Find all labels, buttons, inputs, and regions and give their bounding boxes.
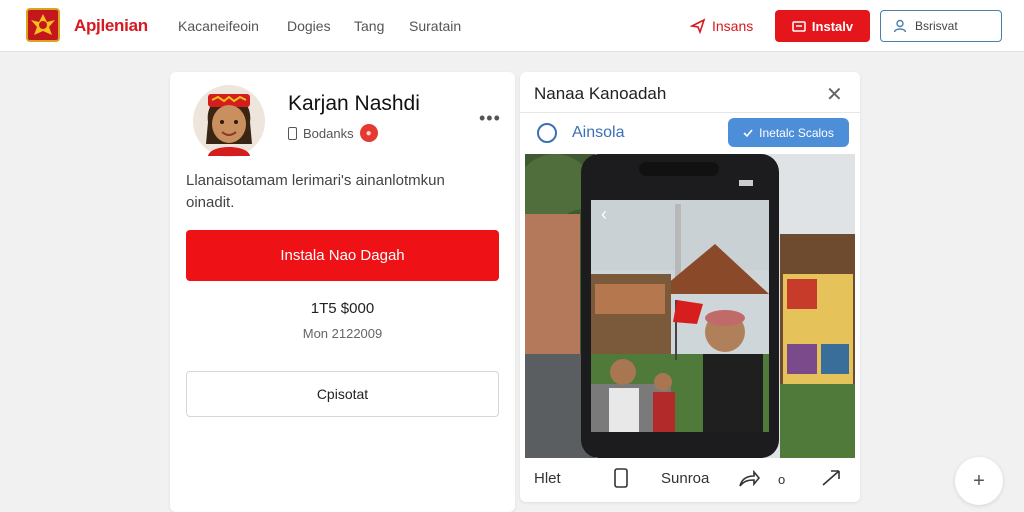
profile-status: Bodanks ● — [288, 124, 378, 142]
pill-label: Inetalc Scalos — [759, 125, 834, 140]
insans-link[interactable]: Insans — [690, 15, 753, 37]
primary-install-button[interactable]: Instala Nao Dagah — [186, 230, 499, 281]
check-icon — [743, 128, 753, 137]
price-note: Mon 2122009 — [302, 326, 383, 341]
download-icon — [792, 21, 806, 32]
install-button-label: Instalv — [811, 18, 854, 34]
phone-icon[interactable] — [614, 468, 628, 492]
garuda-logo-icon[interactable] — [26, 8, 60, 42]
profile-card: Karjan Nashdi Bodanks ● ••• Llanaisotama… — [170, 72, 515, 512]
top-navigation-bar: Apjlenian Kacaneifeoin Dogies Tang Surat… — [0, 0, 1024, 52]
bottom-left-label[interactable]: Hlet — [534, 470, 561, 487]
search-placeholder: Bsrisvat — [915, 19, 958, 33]
send-icon — [690, 18, 706, 34]
status-checkbox-icon — [288, 126, 297, 140]
install-pill-button[interactable]: Inetalc Scalos — [728, 118, 849, 147]
add-fab-button[interactable]: + — [955, 457, 1003, 505]
install-button[interactable]: Instalv — [775, 10, 870, 42]
forward-icon[interactable] — [820, 468, 842, 492]
search-field[interactable]: Bsrisvat — [880, 10, 1002, 42]
nav-item-3[interactable]: Tang — [354, 18, 384, 34]
option-radio[interactable] — [537, 123, 557, 143]
profile-name: Karjan Nashdi — [288, 92, 420, 115]
nav-item-2[interactable]: Dogies — [287, 18, 331, 34]
price-value: 1T5 $000 — [310, 300, 375, 317]
nav-item-4[interactable]: Suratain — [409, 18, 461, 34]
panel-bottom-bar: Hlet Sunroa o — [520, 458, 860, 502]
share-icon[interactable] — [738, 468, 761, 492]
close-icon[interactable]: ✕ — [826, 82, 843, 107]
phone-photo-image[interactable]: ‹ — [525, 154, 855, 458]
option-label[interactable]: Ainsola — [572, 124, 624, 142]
panel-divider — [520, 112, 860, 113]
panel-title: Nanaa Kanoadah — [534, 84, 667, 103]
nav-item-1[interactable]: Kacaneifeoin — [178, 18, 259, 34]
bottom-middle-label[interactable]: Sunroa — [661, 470, 709, 487]
secondary-button[interactable]: Cpisotat — [186, 371, 499, 417]
status-label: Bodanks — [303, 125, 354, 141]
user-icon — [893, 19, 907, 33]
preview-panel: Nanaa Kanoadah ✕ Ainsola Inetalc Scalos — [520, 72, 860, 502]
brand-name[interactable]: Apjlenian — [74, 16, 148, 36]
insans-label: Insans — [712, 18, 754, 34]
more-options-icon[interactable]: ••• — [479, 108, 501, 129]
profile-description: Llanaisotamam lerimari's ainanlotmkun oi… — [186, 172, 445, 211]
dot-label: o — [778, 472, 786, 487]
svg-text:‹: ‹ — [601, 204, 607, 224]
emoji-icon: ● — [359, 124, 378, 142]
profile-avatar[interactable] — [192, 82, 266, 160]
